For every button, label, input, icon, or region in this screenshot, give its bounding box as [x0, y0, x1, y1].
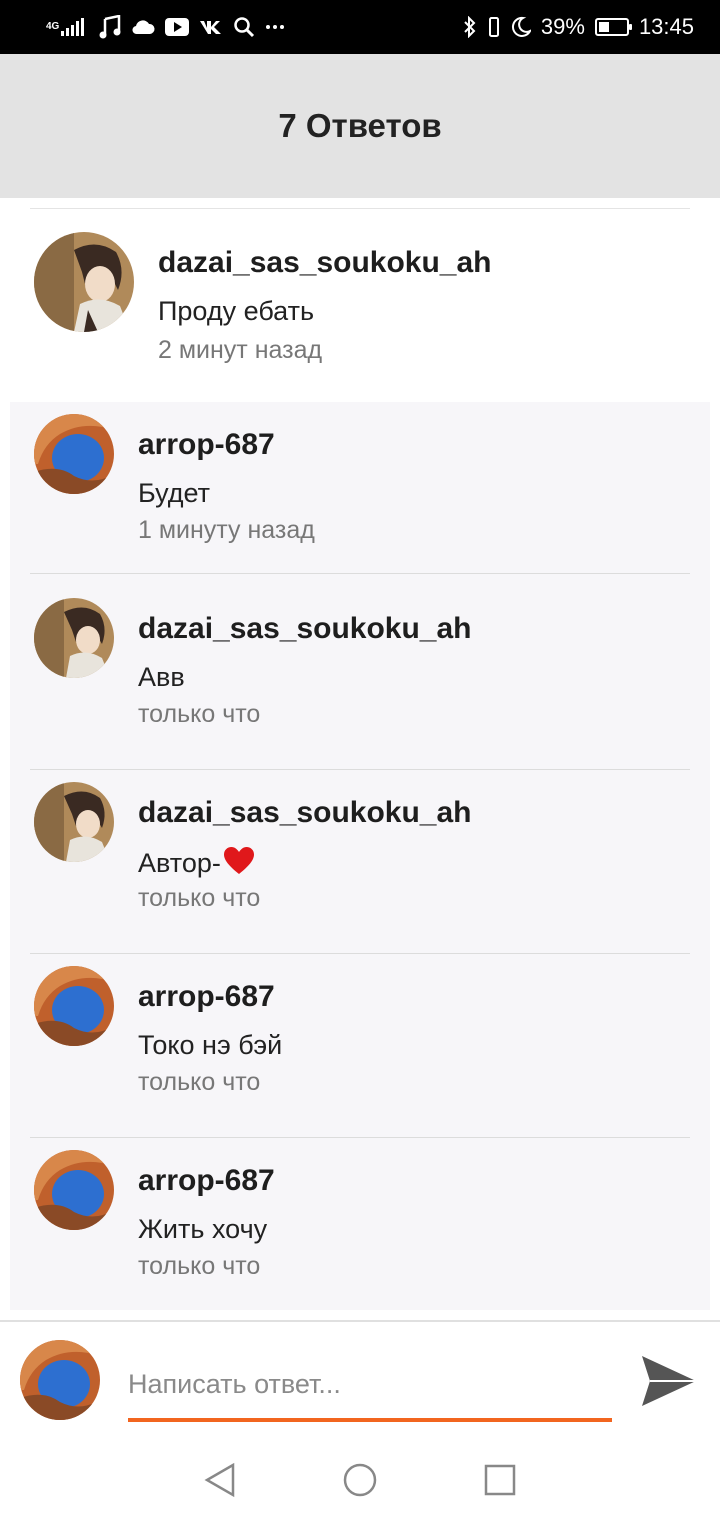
reply-text: Токо нэ бэй — [138, 1030, 283, 1060]
anime-avatar-icon — [34, 232, 134, 332]
replies-list: arrop-687 Будет 1 минуту назад dazai_sas… — [10, 402, 710, 1310]
reply-item: dazai_sas_soukoku_ah Авв только что — [10, 586, 710, 770]
avatar[interactable] — [34, 232, 134, 332]
reply-item: arrop-687 Жить хочу только что — [10, 1138, 710, 1322]
reply-composer — [0, 1320, 720, 1442]
status-bar: 4G 39% 13:45 — [0, 0, 720, 54]
battery-level — [598, 22, 610, 32]
reply-time: только что — [138, 700, 261, 728]
music-icon — [99, 14, 121, 40]
reply-time: только что — [138, 884, 261, 912]
signal-icon: 4G — [46, 14, 89, 40]
network-type: 4G — [46, 21, 60, 32]
reply-username[interactable]: arrop-687 — [138, 1164, 275, 1198]
parent-comment: dazai_sas_soukoku_ah Проду ебать 2 минут… — [0, 198, 720, 398]
reply-text: Автор- — [138, 846, 255, 883]
reply-item: arrop-687 Токо нэ бэй только что — [10, 954, 710, 1138]
vibrate-icon — [487, 14, 501, 40]
reply-username[interactable]: arrop-687 — [138, 428, 275, 462]
avatar[interactable] — [34, 414, 114, 494]
divider — [30, 573, 690, 574]
anime-avatar-icon — [34, 598, 114, 678]
avatar[interactable] — [34, 1150, 114, 1230]
home-icon — [343, 1463, 377, 1497]
reply-text: Авв — [138, 662, 185, 692]
reply-item: arrop-687 Будет 1 минуту назад — [10, 402, 710, 586]
back-button[interactable] — [200, 1460, 240, 1500]
reply-item: dazai_sas_soukoku_ah Автор- только что — [10, 770, 710, 954]
more-icon — [265, 14, 285, 40]
youtube-icon — [165, 14, 190, 40]
reply-username[interactable]: dazai_sas_soukoku_ah — [138, 796, 472, 830]
reply-username[interactable]: arrop-687 — [138, 980, 275, 1014]
comment-text: Проду ебать — [158, 296, 315, 326]
recents-button[interactable] — [480, 1460, 520, 1500]
page-title: 7 Ответов — [278, 107, 442, 144]
clock: 13:45 — [638, 14, 694, 39]
moon-icon — [511, 14, 531, 40]
send-icon — [642, 1356, 696, 1406]
vk-icon — [199, 14, 223, 40]
my-avatar[interactable] — [20, 1340, 100, 1420]
reply-text: Жить хочу — [138, 1214, 268, 1244]
reply-input[interactable] — [128, 1362, 612, 1406]
back-icon — [204, 1462, 235, 1498]
arch-avatar-icon — [34, 414, 114, 494]
home-button[interactable] — [340, 1460, 380, 1500]
avatar[interactable] — [34, 782, 114, 862]
reply-username[interactable]: dazai_sas_soukoku_ah — [138, 612, 472, 646]
recents-icon — [484, 1464, 516, 1496]
arch-avatar-icon — [34, 966, 114, 1046]
comment-username[interactable]: dazai_sas_soukoku_ah — [158, 246, 492, 280]
navigation-bar — [0, 1440, 720, 1520]
cloud-icon — [131, 14, 155, 40]
send-button[interactable] — [638, 1352, 700, 1410]
reply-time: только что — [138, 1068, 261, 1096]
arch-avatar-icon — [20, 1340, 100, 1420]
reply-text: Будет — [138, 478, 210, 508]
battery-icon — [594, 18, 632, 36]
avatar[interactable] — [34, 598, 114, 678]
reply-time: 1 минуту назад — [138, 516, 315, 544]
comment-time: 2 минут назад — [158, 336, 323, 364]
avatar[interactable] — [34, 966, 114, 1046]
reply-time: только что — [138, 1252, 261, 1280]
input-underline — [128, 1418, 612, 1422]
heart-emoji — [223, 846, 255, 883]
replies-header: 7 Ответов — [0, 54, 720, 198]
arch-avatar-icon — [34, 1150, 114, 1230]
reply-text-body: Автор- — [138, 848, 221, 878]
anime-avatar-icon — [34, 782, 114, 862]
battery-percent: 39% — [540, 14, 585, 39]
search-icon — [233, 14, 255, 40]
bluetooth-icon — [463, 14, 477, 40]
